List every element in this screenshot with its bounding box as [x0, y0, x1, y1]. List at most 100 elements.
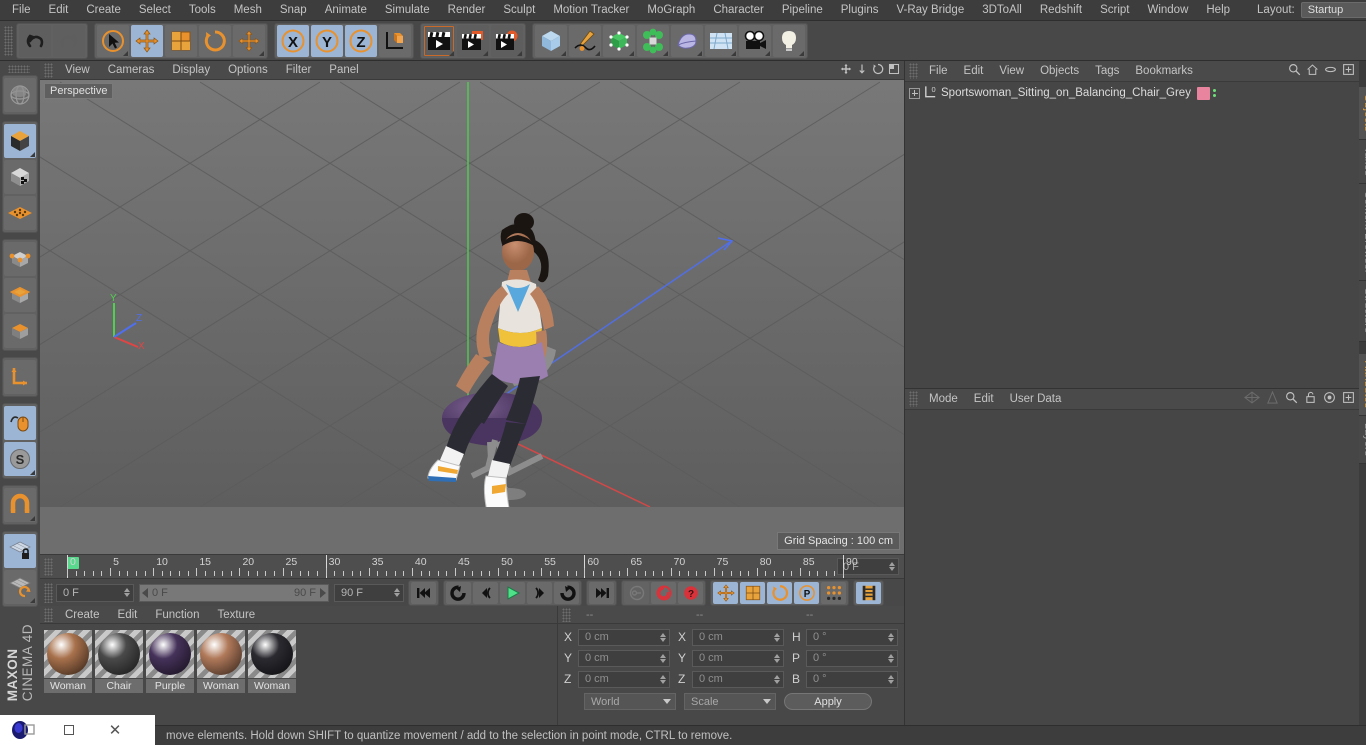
menu-item-motion-tracker[interactable]: Motion Tracker [544, 0, 638, 21]
texture-mode-button[interactable] [4, 160, 36, 194]
rotation-b-field[interactable]: 0 ° [806, 670, 898, 688]
spinner-icon[interactable] [660, 653, 666, 663]
start-frame-field[interactable]: 0 F [56, 583, 134, 602]
maximize-icon[interactable] [46, 715, 92, 745]
material-item[interactable]: Woman [44, 630, 92, 693]
expand-object-icon[interactable] [909, 87, 920, 99]
object-row[interactable]: 0 Sportswoman_Sitting_on_Balancing_Chair_… [905, 84, 1359, 102]
attribute-menu-item-edit[interactable]: Edit [966, 389, 1002, 410]
viewport-menu-item-options[interactable]: Options [219, 61, 277, 80]
menu-item-create[interactable]: Create [77, 0, 130, 21]
magnet-button[interactable] [4, 488, 36, 522]
tab-structure[interactable]: Structure [1358, 281, 1366, 342]
spinner-icon[interactable] [774, 674, 780, 684]
material-tag-icon[interactable] [1196, 86, 1210, 100]
soft-selection-button[interactable]: S [4, 442, 36, 476]
spinner-icon[interactable] [124, 588, 130, 597]
apply-button[interactable]: Apply [784, 693, 872, 710]
menu-item-file[interactable]: File [3, 0, 40, 21]
workplane-lock-button[interactable] [4, 534, 36, 568]
add-cube-button[interactable] [535, 24, 567, 57]
timeline-ruler[interactable]: 0 5 10 15 20 25 30 35 40 45 50 55 60 65 70 75 80 85 90 [55, 555, 858, 578]
spinner-icon[interactable] [888, 632, 894, 642]
menu-item-redshift[interactable]: Redshift [1031, 0, 1091, 21]
add-generator-button[interactable] [603, 24, 635, 57]
menu-item-3dtoall[interactable]: 3DToAll [973, 0, 1031, 21]
menu-item-mesh[interactable]: Mesh [225, 0, 271, 21]
frame-range-slider[interactable]: 0 F 90 F [139, 583, 329, 602]
material-menu-item-function[interactable]: Function [146, 606, 208, 624]
add-scene-object-button[interactable] [705, 24, 737, 57]
menu-item-plugins[interactable]: Plugins [832, 0, 888, 21]
viewport-menu-item-display[interactable]: Display [163, 61, 219, 80]
point-mode-button[interactable] [4, 242, 36, 276]
plus-box-icon[interactable] [1342, 63, 1355, 79]
scale-key-button[interactable] [740, 581, 765, 604]
menu-item-snap[interactable]: Snap [271, 0, 316, 21]
menu-item-select[interactable]: Select [130, 0, 180, 21]
object-menu-item-edit[interactable]: Edit [956, 61, 992, 82]
menu-item-simulate[interactable]: Simulate [376, 0, 439, 21]
menu-item-animate[interactable]: Animate [316, 0, 376, 21]
object-menu-item-bookmarks[interactable]: Bookmarks [1127, 61, 1201, 82]
material-preview[interactable] [146, 630, 194, 678]
menu-item-window[interactable]: Window [1138, 0, 1197, 21]
workplane-rotate-button[interactable] [4, 570, 36, 604]
enable-snap-button[interactable] [4, 406, 36, 440]
range-right-arrow-icon[interactable] [320, 587, 326, 598]
material-grip[interactable] [44, 607, 53, 622]
material-menu-item-texture[interactable]: Texture [208, 606, 264, 624]
spinner-icon[interactable] [774, 653, 780, 663]
tab-layers[interactable]: Layers [1358, 416, 1366, 465]
make-editable-button[interactable] [4, 78, 36, 112]
cone-icon[interactable] [1266, 390, 1279, 407]
transport-grip[interactable] [44, 582, 53, 603]
spinner-icon[interactable] [660, 674, 666, 684]
end-frame-field[interactable]: 90 F [334, 583, 404, 602]
viewport-3d[interactable]: Perspective Grid Spacing : 100 cm Y X Z [40, 80, 904, 554]
render-settings-button[interactable] [491, 24, 523, 57]
material-item[interactable]: Purple [146, 630, 194, 693]
layout-dropdown[interactable]: Startup [1300, 2, 1366, 18]
material-item[interactable]: Chair [95, 630, 143, 693]
model-mode-button[interactable] [4, 124, 36, 158]
add-camera-button[interactable] [739, 24, 771, 57]
redo-button[interactable] [53, 24, 85, 57]
menu-item-mograph[interactable]: MoGraph [638, 0, 704, 21]
eye-icon[interactable] [1324, 63, 1337, 79]
add-spline-button[interactable] [569, 24, 601, 57]
position-y-field[interactable]: 0 cm [578, 649, 670, 667]
lock-icon[interactable] [1304, 391, 1317, 407]
live-selection-button[interactable] [97, 24, 129, 57]
viewport-menu-item-cameras[interactable]: Cameras [99, 61, 164, 80]
position-x-field[interactable]: 0 cm [578, 628, 670, 646]
rotation-p-field[interactable]: 0 ° [806, 649, 898, 667]
material-item[interactable]: Woman [197, 630, 245, 693]
tab-attributes[interactable]: Attributes [1358, 353, 1366, 417]
coordinates-grip[interactable] [562, 607, 571, 622]
close-icon[interactable]: ✕ [92, 715, 138, 745]
menu-item-help[interactable]: Help [1197, 0, 1239, 21]
spinner-icon[interactable] [888, 653, 894, 663]
undo-button[interactable] [19, 24, 51, 57]
spinner-icon[interactable] [889, 562, 895, 571]
world-object-axis-button[interactable] [379, 24, 411, 57]
material-list[interactable]: Woman Chair Purple Woman Woman [40, 624, 557, 725]
spinner-icon[interactable] [660, 632, 666, 642]
spinner-icon[interactable] [774, 632, 780, 642]
rotate-icon[interactable] [872, 63, 884, 78]
menu-item-sculpt[interactable]: Sculpt [494, 0, 544, 21]
tab-objects[interactable]: Objects [1358, 87, 1366, 140]
material-preview[interactable] [44, 630, 92, 678]
viewport-grip[interactable] [44, 62, 53, 78]
menu-item-tools[interactable]: Tools [180, 0, 225, 21]
position-key-button[interactable] [713, 581, 738, 604]
pyramid-icon[interactable] [1244, 391, 1260, 407]
next-frame-button[interactable] [527, 581, 552, 604]
z-axis-button[interactable]: Z [345, 24, 377, 57]
object-menu-item-view[interactable]: View [991, 61, 1032, 82]
dynamic-place-button[interactable] [233, 24, 265, 57]
material-menu-item-edit[interactable]: Edit [109, 606, 147, 624]
left-toolbar-grip[interactable] [7, 65, 30, 73]
menu-item-character[interactable]: Character [704, 0, 773, 21]
